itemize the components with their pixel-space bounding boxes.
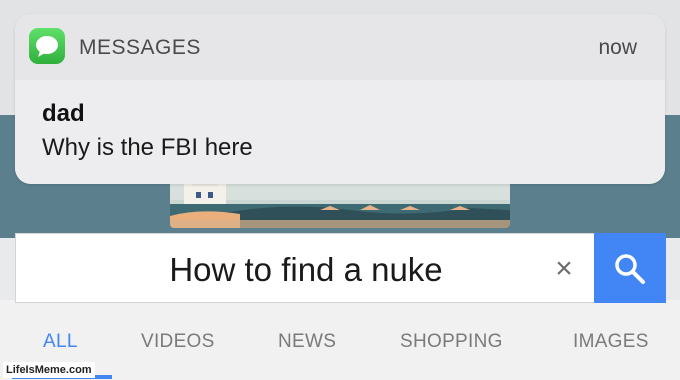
search-bar: How to find a nuke × — [15, 233, 666, 304]
notification-body — [15, 80, 665, 184]
tab-videos[interactable]: VIDEOS — [141, 331, 215, 353]
tab-all[interactable]: ALL — [43, 331, 78, 353]
message-notification[interactable]: MESSAGES now dad Why is the FBI here — [15, 14, 665, 184]
tab-news[interactable]: NEWS — [278, 331, 336, 353]
notification-sender: dad — [42, 100, 85, 127]
tab-images[interactable]: IMAGES — [573, 331, 649, 353]
tab-shopping[interactable]: SHOPPING — [400, 331, 503, 353]
notification-time: now — [598, 36, 637, 59]
search-tabs: ALL VIDEOS NEWS SHOPPING IMAGES — [0, 303, 680, 380]
search-button[interactable] — [594, 233, 666, 304]
notification-header: MESSAGES now — [15, 14, 665, 80]
notification-app-name: MESSAGES — [79, 36, 201, 59]
watermark: LifeIsMeme.com — [3, 362, 95, 378]
search-input[interactable]: How to find a nuke — [16, 234, 596, 304]
notification-message: Why is the FBI here — [42, 134, 253, 161]
messages-bubble-icon — [29, 28, 65, 64]
magnifier-icon — [615, 253, 645, 284]
clear-search-button[interactable]: × — [546, 251, 582, 287]
